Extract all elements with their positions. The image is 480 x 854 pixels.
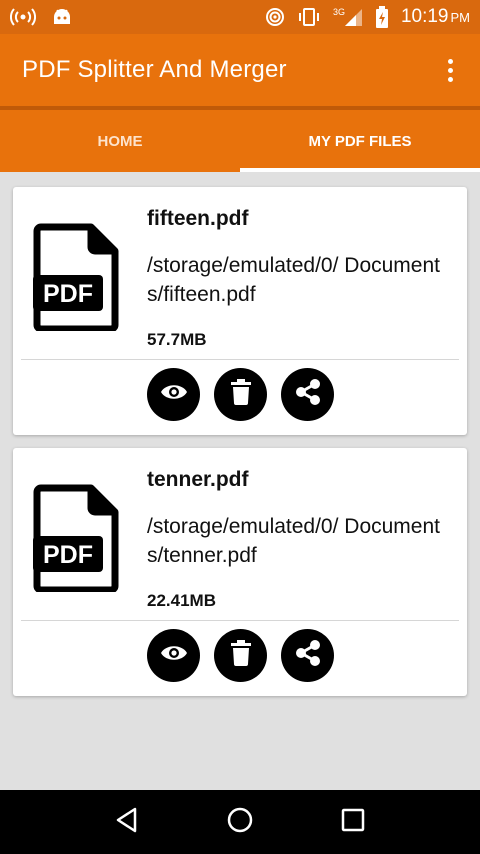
status-time: 10:19 PM xyxy=(401,6,470,28)
android-icon xyxy=(52,8,72,26)
pdf-badge-label: PDF xyxy=(43,541,93,569)
tab-bar: HOME MY PDF FILES xyxy=(0,110,480,172)
share-button[interactable] xyxy=(281,629,334,682)
file-actions xyxy=(147,368,334,421)
file-list: PDF fifteen.pdf /storage/emulated/0/ Doc… xyxy=(13,187,467,709)
back-icon xyxy=(115,807,139,838)
file-name: tenner.pdf xyxy=(147,468,249,491)
app-bar: PDF Splitter And Merger xyxy=(0,34,480,106)
clock-ampm: PM xyxy=(450,10,471,25)
system-nav-bar xyxy=(0,790,480,854)
view-button[interactable] xyxy=(147,629,200,682)
overflow-menu-button[interactable] xyxy=(438,56,462,84)
delete-icon xyxy=(230,640,251,671)
pdf-file-icon: PDF xyxy=(33,223,119,333)
file-size: 22.41MB xyxy=(147,591,216,610)
tab-indicator xyxy=(240,168,480,172)
tab-home[interactable]: HOME xyxy=(0,110,240,172)
signal-icon: 3G xyxy=(333,7,363,27)
back-button[interactable] xyxy=(107,802,147,842)
file-path: /storage/emulated/0/ Documents/tenner.pd… xyxy=(147,515,440,567)
file-card[interactable]: PDF tenner.pdf /storage/emulated/0/ Docu… xyxy=(13,448,467,696)
wifi-icon xyxy=(265,7,285,27)
pdf-file-icon: PDF xyxy=(33,484,119,594)
overflow-menu-icon-dot xyxy=(447,67,453,73)
recents-icon xyxy=(341,808,365,837)
status-bar: 3G 10:19 PM xyxy=(0,0,480,34)
overflow-menu-icon-dot xyxy=(447,76,453,82)
clock-time: 10:19 xyxy=(400,6,449,27)
share-icon xyxy=(294,639,322,672)
overflow-menu-icon xyxy=(447,58,453,64)
share-icon xyxy=(294,378,322,411)
view-icon xyxy=(160,382,188,407)
home-icon xyxy=(226,806,254,839)
file-card[interactable]: PDF fifteen.pdf /storage/emulated/0/ Doc… xyxy=(13,187,467,435)
status-right-icons: 3G 10:19 PM xyxy=(265,6,470,28)
delete-button[interactable] xyxy=(214,368,267,421)
recents-button[interactable] xyxy=(333,802,373,842)
delete-button[interactable] xyxy=(214,629,267,682)
view-icon xyxy=(160,643,188,668)
delete-icon xyxy=(230,379,251,410)
vibrate-icon xyxy=(297,7,321,27)
tab-my-pdf-files[interactable]: MY PDF FILES xyxy=(240,110,480,172)
pdf-badge-label: PDF xyxy=(43,280,93,308)
battery-charging-icon xyxy=(375,6,389,28)
tab-my-pdf-files-label: MY PDF FILES xyxy=(308,132,412,150)
card-divider xyxy=(21,359,459,360)
share-button[interactable] xyxy=(281,368,334,421)
file-size: 57.7MB xyxy=(147,330,207,349)
home-button[interactable] xyxy=(220,802,260,842)
file-name: fifteen.pdf xyxy=(147,207,249,230)
file-actions xyxy=(147,629,334,682)
card-divider xyxy=(21,620,459,621)
app-title: PDF Splitter And Merger xyxy=(22,56,287,83)
file-path: /storage/emulated/0/ Documents/fifteen.p… xyxy=(147,254,440,306)
hotspot-icon xyxy=(10,8,36,26)
tab-home-label: HOME xyxy=(97,132,143,150)
status-left-icons xyxy=(10,8,72,26)
view-button[interactable] xyxy=(147,368,200,421)
